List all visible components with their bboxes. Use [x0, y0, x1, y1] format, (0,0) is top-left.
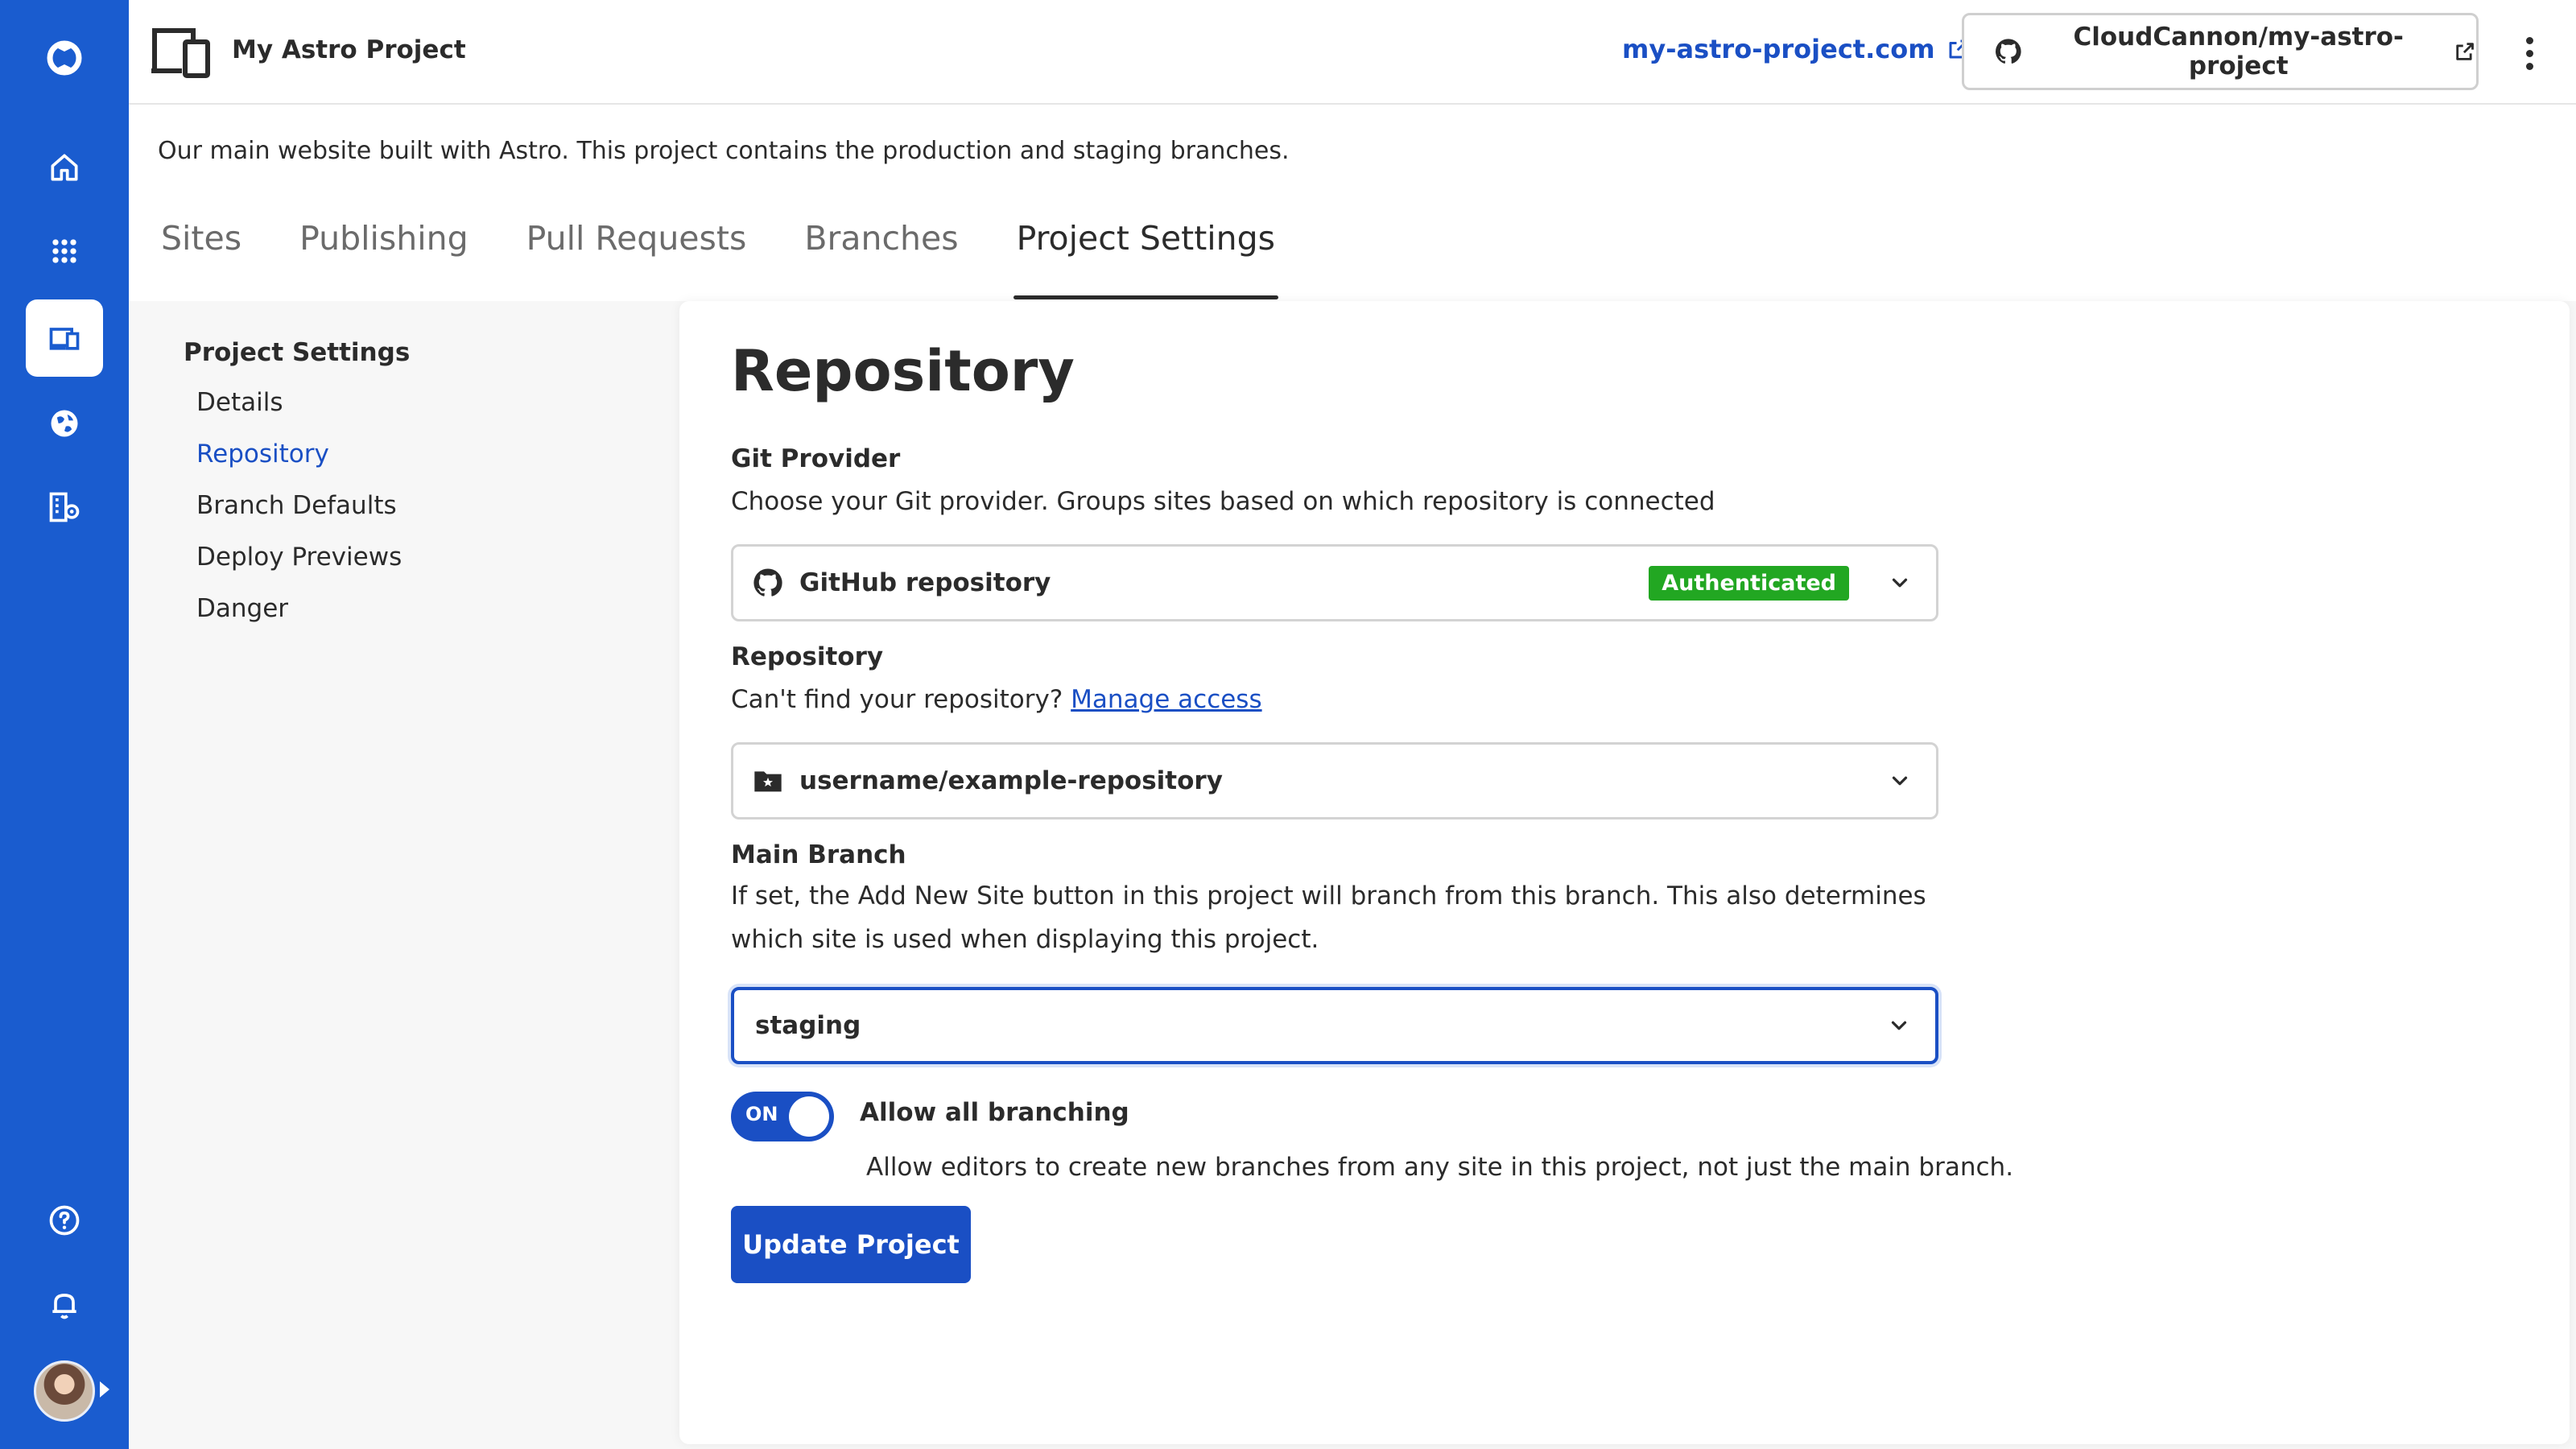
- settings-nav-danger[interactable]: Danger: [184, 591, 410, 642]
- apps-grid-icon[interactable]: [26, 213, 103, 290]
- chevron-down-icon: [1892, 776, 1908, 786]
- site-link[interactable]: my-astro-project.com: [1622, 34, 1971, 64]
- repository-label: Repository: [731, 642, 884, 671]
- git-provider-value: GitHub repository: [799, 568, 1051, 597]
- github-repo-label: CloudCannon/my-astro-project: [2073, 23, 2404, 80]
- left-rail: [0, 0, 129, 1449]
- tab-sites[interactable]: Sites: [158, 219, 245, 299]
- page-title: Repository: [731, 338, 1075, 404]
- git-provider-label: Git Provider: [731, 444, 901, 473]
- repository-help-text: Can't find your repository?: [731, 685, 1063, 714]
- git-provider-select[interactable]: GitHub repository Authenticated: [731, 544, 1938, 621]
- organization-icon[interactable]: [26, 469, 103, 546]
- avatar[interactable]: [34, 1360, 95, 1422]
- git-provider-help: Choose your Git provider. Groups sites b…: [731, 487, 1715, 516]
- help-icon[interactable]: [26, 1182, 103, 1259]
- github-icon: [1996, 39, 2021, 64]
- tab-pull-requests[interactable]: Pull Requests: [523, 219, 750, 299]
- settings-nav-branch-defaults[interactable]: Branch Defaults: [184, 488, 410, 539]
- home-icon[interactable]: [26, 129, 103, 206]
- chevron-down-icon: [1892, 578, 1908, 588]
- project-title: My Astro Project: [232, 35, 466, 64]
- bell-icon[interactable]: [26, 1265, 103, 1343]
- allow-branching-help: Allow editors to create new branches fro…: [866, 1153, 2014, 1182]
- toggle-knob: [789, 1096, 829, 1137]
- main-branch-value: staging: [755, 1011, 861, 1040]
- external-link-icon: [2456, 43, 2474, 60]
- toggle-state-label: ON: [745, 1103, 778, 1125]
- main-branch-select[interactable]: staging: [731, 987, 1938, 1064]
- github-icon: [751, 566, 785, 600]
- repository-help: Can't find your repository? Manage acces…: [731, 678, 1971, 721]
- avatar-caret-icon[interactable]: [100, 1381, 109, 1397]
- settings-nav-deploy-previews[interactable]: Deploy Previews: [184, 539, 410, 591]
- allow-branching-toggle[interactable]: ON: [731, 1092, 834, 1141]
- manage-access-link[interactable]: Manage access: [1071, 685, 1261, 714]
- devices-icon: [151, 28, 210, 78]
- project-tabs: Sites Publishing Pull Requests Branches …: [158, 219, 1330, 299]
- site-link-label: my-astro-project.com: [1622, 34, 1935, 64]
- project-description: Our main website built with Astro. This …: [158, 137, 1290, 165]
- status-badge: Authenticated: [1649, 565, 1849, 601]
- folder-star-icon: [751, 764, 785, 798]
- main-branch-help: If set, the Add New Site button in this …: [731, 881, 1926, 954]
- allow-branching-title: Allow all branching: [860, 1098, 1129, 1127]
- main-branch-label: Main Branch: [731, 840, 906, 869]
- settings-nav-repository[interactable]: Repository: [184, 436, 410, 488]
- github-repo-button[interactable]: CloudCannon/my-astro-project: [1962, 13, 2479, 90]
- more-options-icon[interactable]: [2513, 29, 2545, 77]
- settings-nav-details[interactable]: Details: [184, 385, 410, 436]
- settings-nav: Project Settings Details Repository Bran…: [184, 338, 410, 642]
- globe-icon[interactable]: [26, 385, 103, 462]
- projects-icon[interactable]: [26, 299, 103, 377]
- chevron-down-icon: [1891, 1021, 1907, 1030]
- repository-value: username/example-repository: [799, 766, 1223, 795]
- repository-panel: Repository Git Provider Choose your Git …: [679, 301, 2570, 1444]
- update-project-button[interactable]: Update Project: [731, 1206, 971, 1283]
- settings-nav-heading: Project Settings: [184, 338, 411, 367]
- tab-publishing[interactable]: Publishing: [296, 219, 472, 299]
- top-bar: My Astro Project my-astro-project.com Cl…: [129, 0, 2576, 105]
- repository-select[interactable]: username/example-repository: [731, 742, 1938, 819]
- tab-branches[interactable]: Branches: [801, 219, 961, 299]
- tab-project-settings[interactable]: Project Settings: [1013, 219, 1279, 299]
- cloudcannon-logo-icon[interactable]: [26, 19, 103, 97]
